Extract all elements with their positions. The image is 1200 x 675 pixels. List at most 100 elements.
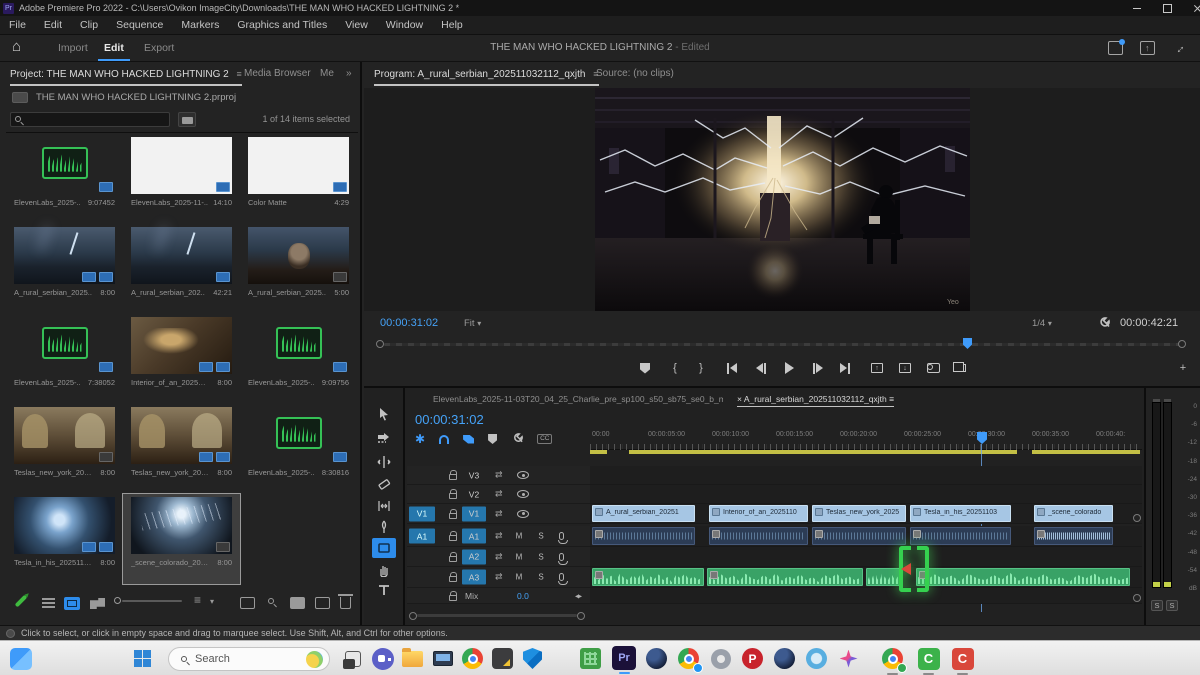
track-v1-content[interactable]: A_rural_serbian_20251 Interior_of_an_202… bbox=[590, 504, 1142, 524]
zoom-slider[interactable] bbox=[122, 600, 182, 602]
dark-orb-app-icon[interactable] bbox=[644, 646, 669, 671]
sync-lock-icon[interactable]: ⇄ bbox=[495, 531, 503, 542]
share-icon[interactable]: ↑ bbox=[1140, 41, 1155, 55]
sync-lock-icon[interactable]: ⇄ bbox=[495, 551, 503, 562]
track-lock-icon[interactable] bbox=[449, 470, 457, 480]
voiceover-record-icon[interactable] bbox=[559, 532, 564, 540]
voiceover-record-icon[interactable] bbox=[559, 573, 564, 581]
track-scroll-handle[interactable] bbox=[1133, 514, 1141, 522]
bin-item-video[interactable]: Interior_of_an_202511..8:00 bbox=[123, 314, 240, 404]
lift-button[interactable]: ↑ bbox=[866, 359, 888, 377]
mute-button[interactable]: M bbox=[513, 532, 525, 541]
chevron-down-icon[interactable]: ▾ bbox=[210, 597, 214, 606]
track-a3-content[interactable] bbox=[590, 567, 1142, 588]
file-explorer-icon[interactable] bbox=[400, 646, 425, 671]
snip-tool-icon[interactable] bbox=[836, 646, 861, 671]
bin-item-video[interactable]: Teslas_new_york_202..8:00 bbox=[6, 404, 123, 494]
timeline-clip-music[interactable] bbox=[916, 568, 1130, 586]
start-button[interactable] bbox=[130, 646, 155, 671]
timeline-clip-video[interactable]: Teslas_new_york_2025 bbox=[812, 505, 906, 522]
sort-icon[interactable]: ≡ bbox=[194, 593, 201, 607]
track-label-a2[interactable]: A2 bbox=[462, 549, 486, 564]
bin-item-audio-4[interactable]: ElevenLabs_2025-..9:09756 bbox=[240, 314, 357, 404]
captions-icon[interactable]: CC bbox=[537, 434, 552, 444]
green-grid-app-icon[interactable] bbox=[578, 646, 603, 671]
mark-out-button[interactable]: } bbox=[690, 359, 712, 377]
taskbar-search-input[interactable]: Search bbox=[168, 647, 330, 671]
zoom-handle-left[interactable] bbox=[409, 612, 417, 620]
timeline-clip-audio[interactable] bbox=[1034, 527, 1113, 545]
track-label-a1[interactable]: A1 bbox=[462, 529, 486, 544]
chrome-profile-b-icon[interactable] bbox=[880, 646, 905, 671]
timeline-tab-active[interactable]: × A_rural_serbian_202511032112_qxjth ≡ bbox=[737, 394, 894, 407]
mute-button[interactable]: M bbox=[513, 552, 525, 561]
export-frame-button[interactable] bbox=[922, 359, 944, 377]
playback-resolution-dropdown[interactable]: 1/4 ▾ bbox=[1032, 318, 1052, 329]
button-editor-plus[interactable]: + bbox=[1172, 359, 1194, 377]
bin-item-video[interactable]: A_rural_serbian_2025..5:00 bbox=[240, 224, 357, 314]
premiere-pro-taskbar-icon[interactable]: Pr bbox=[612, 646, 636, 670]
scrubber-left-knob[interactable] bbox=[376, 340, 384, 348]
menu-window[interactable]: Window bbox=[377, 19, 432, 31]
extract-button[interactable]: ↓ bbox=[894, 359, 916, 377]
timeline-clip-audio[interactable] bbox=[910, 527, 1011, 545]
tab-program[interactable]: Program: A_rural_serbian_202511032112_qx… bbox=[374, 62, 599, 86]
menu-view[interactable]: View bbox=[336, 19, 377, 31]
minimize-button[interactable] bbox=[1122, 0, 1152, 16]
ripple-edit-tool[interactable] bbox=[372, 452, 396, 472]
bin-item-video[interactable]: A_rural_serbian_2025..8:00 bbox=[6, 224, 123, 314]
tab-source[interactable]: Source: (no clips) bbox=[596, 62, 674, 86]
go-to-in-button[interactable] bbox=[720, 359, 742, 377]
capcut-icon[interactable]: C bbox=[950, 646, 975, 671]
program-playhead[interactable] bbox=[963, 338, 972, 349]
red-p-app-icon[interactable]: P bbox=[740, 646, 765, 671]
bin-path-button[interactable] bbox=[178, 112, 196, 127]
timeline-clip-video[interactable]: Tesla_in_his_20251103 bbox=[910, 505, 1011, 522]
solo-button[interactable]: S bbox=[535, 532, 547, 541]
track-label-v3[interactable]: V3 bbox=[462, 468, 486, 483]
sync-lock-icon[interactable]: ⇄ bbox=[495, 508, 503, 519]
timeline-clip-video[interactable]: Interior_of_an_2025110 bbox=[709, 505, 808, 522]
freeform-view-button[interactable] bbox=[90, 598, 105, 609]
new-item-button[interactable] bbox=[315, 597, 330, 609]
timeline-zoom-scrollbar[interactable] bbox=[409, 612, 585, 619]
pen-tool[interactable] bbox=[372, 517, 396, 537]
add-marker-icon[interactable] bbox=[488, 434, 497, 444]
menu-edit[interactable]: Edit bbox=[35, 19, 71, 31]
track-a2-content[interactable] bbox=[590, 547, 1142, 567]
meter-solo-left-button[interactable]: S bbox=[1151, 600, 1163, 611]
source-patch-v1[interactable]: V1 bbox=[409, 506, 435, 521]
bin-item-audio-5[interactable]: ElevenLabs_2025-..8:30816 bbox=[240, 404, 357, 494]
delete-button[interactable] bbox=[340, 597, 351, 609]
track-label-v2[interactable]: V2 bbox=[462, 487, 486, 502]
new-bin-button[interactable] bbox=[290, 597, 305, 609]
trim-edit-cursor[interactable] bbox=[899, 546, 933, 600]
track-v3-content[interactable] bbox=[590, 466, 1142, 485]
menu-clip[interactable]: Clip bbox=[71, 19, 107, 31]
tab-media-browser[interactable]: Media Browser bbox=[244, 62, 311, 86]
menu-sequence[interactable]: Sequence bbox=[107, 19, 172, 31]
step-forward-button[interactable] bbox=[806, 359, 828, 377]
add-marker-button[interactable] bbox=[634, 359, 656, 377]
mute-button[interactable]: M bbox=[513, 573, 525, 582]
project-file-row[interactable]: THE MAN WHO HACKED LIGHTNING 2.prproj bbox=[12, 92, 236, 103]
settings-gear-icon[interactable] bbox=[708, 646, 733, 671]
bin-item-video[interactable]: A_rural_serbian_202..42:21 bbox=[123, 224, 240, 314]
track-select-forward-tool[interactable] bbox=[372, 428, 396, 448]
track-lock-icon[interactable] bbox=[449, 591, 457, 601]
zoom-handle-right[interactable] bbox=[577, 612, 585, 620]
timeline-clip-music[interactable] bbox=[866, 568, 902, 586]
toggle-track-output-icon[interactable] bbox=[517, 471, 529, 479]
sync-lock-icon[interactable]: ⇄ bbox=[495, 572, 503, 583]
timeline-tab-inactive[interactable]: ElevenLabs_2025-11-03T20_04_25_Charlie_p… bbox=[433, 394, 723, 404]
timeline-clip-audio[interactable] bbox=[812, 527, 906, 545]
teams-chat-icon[interactable] bbox=[370, 646, 395, 671]
workspace-progress-icon[interactable] bbox=[1108, 41, 1123, 55]
bin-item-video-selected[interactable]: _scene_colorado_2025..8:00 bbox=[123, 494, 240, 584]
bin-item-video[interactable]: Tesla_in_his_2025110..8:00 bbox=[6, 494, 123, 584]
hand-tool[interactable] bbox=[372, 560, 396, 580]
mark-in-button[interactable]: { bbox=[664, 359, 686, 377]
menu-file[interactable]: File bbox=[0, 19, 35, 31]
timeline-clip-video[interactable]: _scene_colorado bbox=[1034, 505, 1113, 522]
bin-search-input[interactable] bbox=[10, 112, 170, 127]
